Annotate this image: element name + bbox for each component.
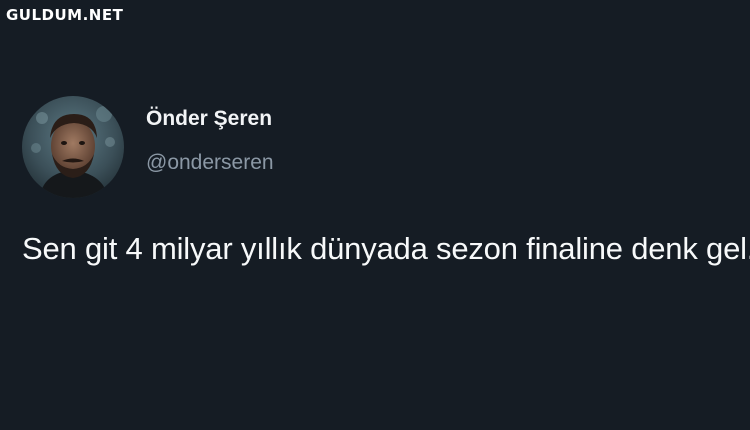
tweet-text: Sen git 4 milyar yıllık dünyada sezon fi… [22, 231, 750, 266]
tweet-header: Önder Şeren @onderseren [22, 96, 750, 198]
user-handle[interactable]: @onderseren [146, 150, 274, 176]
avatar[interactable] [22, 96, 124, 198]
tweet-card: Önder Şeren @onderseren Sen git 4 milyar… [22, 96, 750, 270]
display-name[interactable]: Önder Şeren [146, 106, 274, 132]
site-watermark: GULDUM.NET [6, 6, 124, 24]
author-names: Önder Şeren @onderseren [146, 107, 274, 176]
avatar-photo [22, 96, 124, 198]
